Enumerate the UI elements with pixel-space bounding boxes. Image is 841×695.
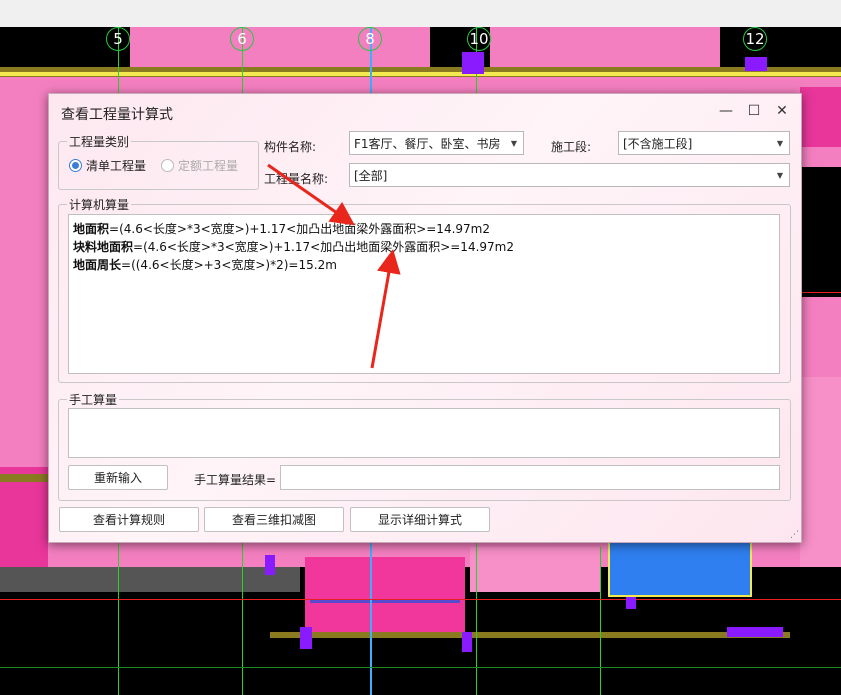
component-name-select[interactable]: F1客厅、餐厅、卧室、书房 ▼ — [349, 131, 524, 155]
cad-column — [626, 597, 636, 609]
quantity-name-value: [全部] — [354, 169, 388, 183]
cad-void — [800, 167, 841, 297]
view-3d-deduction-button[interactable]: 查看三维扣减图 — [204, 507, 344, 532]
radio-bill-label: 清单工程量 — [86, 159, 147, 173]
formula-line: 地面积=(4.6<长度>*3<宽度>)+1.17<加凸出地面梁外露面积>=14.… — [73, 220, 775, 238]
cad-wall — [0, 72, 841, 76]
radio-selected-icon — [69, 159, 82, 172]
formula-name: 块料地面积 — [73, 240, 134, 254]
category-group-label: 工程量类别 — [69, 135, 130, 149]
formula-text-area[interactable]: 地面积=(4.6<长度>*3<宽度>)+1.17<加凸出地面梁外露面积>=14.… — [68, 214, 780, 374]
manual-result-input[interactable] — [280, 465, 780, 490]
computer-quantity-label: 计算机算量 — [69, 198, 130, 212]
close-button[interactable]: ✕ — [771, 100, 793, 122]
radio-bill-quantity[interactable]: 清单工程量 — [69, 157, 146, 174]
manual-quantity-label: 手工算量 — [69, 393, 118, 407]
radio-quota-quantity[interactable]: 定额工程量 — [161, 157, 238, 174]
component-name-label: 构件名称: — [264, 140, 317, 154]
axis-number-5: 5 — [106, 27, 130, 51]
minimize-button[interactable]: — — [715, 100, 737, 122]
manual-result-label: 手工算量结果= — [194, 473, 277, 487]
maximize-button[interactable]: ☐ — [743, 100, 765, 122]
cad-column — [265, 555, 275, 575]
axis-number-12: 12 — [743, 27, 767, 51]
cad-dim-line — [0, 667, 841, 668]
resize-grip-icon[interactable]: ⋰ — [790, 530, 799, 540]
stage-label: 施工段: — [551, 140, 592, 154]
dropdown-arrow-icon: ▼ — [776, 139, 783, 148]
top-toolbar — [0, 0, 841, 27]
cad-column — [300, 627, 312, 649]
formula-line: 块料地面积=(4.6<长度>*3<宽度>)+1.17<加凸出地面梁外露面积>=1… — [73, 238, 775, 256]
cad-column — [745, 57, 767, 71]
formula-name: 地面周长 — [73, 258, 122, 272]
radio-quota-label: 定额工程量 — [178, 159, 239, 173]
stage-select[interactable]: [不含施工段] ▼ — [618, 131, 790, 155]
cad-column — [462, 52, 484, 74]
formula-name: 地面积 — [73, 222, 110, 236]
formula-expr: =(4.6<长度>*3<宽度>)+1.17<加凸出地面梁外露面积>=14.97m… — [133, 240, 514, 254]
radio-unselected-icon — [161, 159, 174, 172]
view-quantity-formula-dialog[interactable]: 查看工程量计算式 — ☐ ✕ 工程量类别 清单工程量 定额工程量 构件名称: F… — [48, 93, 802, 543]
cad-wall — [0, 474, 48, 482]
formula-line: 地面周长=((4.6<长度>+3<宽度>)*2)=15.2m — [73, 256, 775, 274]
quantity-name-label: 工程量名称: — [264, 172, 329, 186]
cad-room — [800, 377, 841, 577]
formula-expr: =(4.6<长度>*3<宽度>)+1.17<加凸出地面梁外露面积>=14.97m… — [109, 222, 490, 236]
axis-number-8: 8 — [358, 27, 382, 51]
component-name-value: F1客厅、餐厅、卧室、书房 — [354, 137, 501, 151]
cad-room — [130, 27, 430, 72]
cad-dim-line — [800, 292, 841, 293]
cad-column — [727, 627, 783, 637]
reinput-button[interactable]: 重新输入 — [68, 465, 168, 490]
manual-input-area[interactable] — [68, 408, 780, 458]
dropdown-arrow-icon: ▼ — [776, 171, 783, 180]
cad-wall — [0, 567, 300, 592]
cad-wall — [270, 632, 790, 638]
quantity-name-select[interactable]: [全部] ▼ — [349, 163, 790, 187]
axis-number-10: 10 — [467, 27, 491, 51]
cad-room — [0, 467, 48, 577]
cad-room — [800, 87, 841, 147]
cad-room — [305, 557, 465, 637]
axis-number-6: 6 — [230, 27, 254, 51]
cad-room-blue — [608, 537, 752, 597]
dialog-title: 查看工程量计算式 — [61, 107, 173, 123]
dropdown-arrow-icon: ▼ — [510, 139, 517, 148]
stage-value: [不含施工段] — [623, 137, 693, 151]
cad-dim-line — [0, 599, 841, 600]
cad-room — [470, 547, 600, 592]
cad-axis-line — [600, 547, 601, 695]
show-detail-formula-button[interactable]: 显示详细计算式 — [350, 507, 490, 532]
view-rules-button[interactable]: 查看计算规则 — [59, 507, 199, 532]
cad-room — [490, 27, 720, 67]
cad-column — [462, 632, 472, 652]
formula-expr: =((4.6<长度>+3<宽度>)*2)=15.2m — [121, 258, 337, 272]
